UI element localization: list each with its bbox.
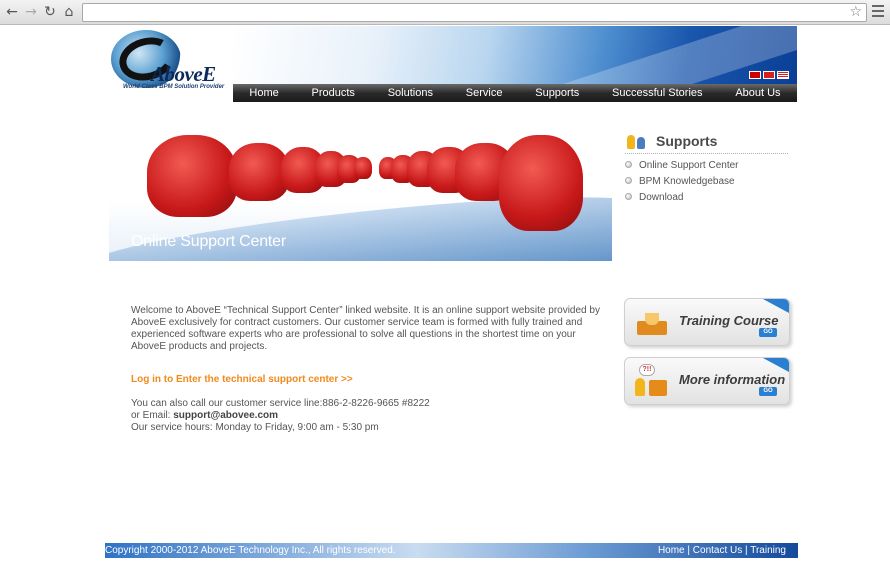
us-flag-icon[interactable] bbox=[777, 71, 789, 79]
more-information-button[interactable]: ?!! More information GO bbox=[624, 357, 790, 405]
hero-banner: Online Support Center bbox=[109, 129, 612, 261]
service-hours: Our service hours: Monday to Friday, 9:0… bbox=[131, 422, 379, 433]
bullet-icon bbox=[625, 177, 632, 184]
sidebar-title: Supports bbox=[656, 133, 718, 149]
phone-line: You can also call our customer service l… bbox=[131, 398, 430, 409]
arrow-left-icon[interactable]: ← bbox=[4, 4, 20, 20]
chair-image bbox=[354, 157, 372, 179]
taiwan-flag-icon[interactable] bbox=[749, 71, 761, 79]
sidebar-header: Supports bbox=[625, 129, 788, 154]
footer-link-home[interactable]: Home bbox=[658, 545, 685, 556]
chair-image bbox=[229, 143, 289, 201]
header-banner bbox=[233, 26, 797, 84]
corner-ribbon-icon bbox=[763, 299, 789, 313]
copyright-text: Copyright 2000-2012 AboveE Technology In… bbox=[105, 545, 396, 556]
chair-image bbox=[147, 135, 237, 217]
address-bar[interactable]: ☆ bbox=[82, 3, 867, 22]
sidebar-item-download[interactable]: Download bbox=[625, 192, 739, 208]
footer-link-training[interactable]: Training bbox=[750, 545, 786, 556]
browser-toolbar: ← → ↻ ⌂ ☆ bbox=[0, 0, 890, 25]
footer-links: Home | Contact Us | Training bbox=[657, 545, 786, 556]
go-badge: GO bbox=[759, 387, 777, 396]
abovee-logo[interactable]: AboveE World Class BPM Solution Provider bbox=[109, 26, 233, 102]
site-header: AboveE World Class BPM Solution Provider… bbox=[109, 26, 797, 102]
more-information-label: More information bbox=[679, 372, 786, 387]
login-support-link[interactable]: Log in to Enter the technical support ce… bbox=[131, 374, 353, 385]
china-flag-icon[interactable] bbox=[763, 71, 775, 79]
hamburger-menu-icon[interactable] bbox=[872, 5, 884, 19]
contact-info: You can also call our customer service l… bbox=[131, 398, 430, 434]
people-icon bbox=[627, 131, 649, 151]
training-course-label: Training Course bbox=[679, 313, 779, 328]
nav-successful-stories[interactable]: Successful Stories bbox=[608, 87, 706, 99]
sidebar-menu: Online Support Center BPM Knowledgebase … bbox=[625, 160, 739, 208]
nav-about-us[interactable]: About Us bbox=[731, 87, 784, 99]
language-flags bbox=[749, 71, 789, 79]
star-icon[interactable]: ☆ bbox=[849, 4, 862, 21]
bullet-icon bbox=[625, 193, 632, 200]
arrow-right-icon[interactable]: → bbox=[23, 4, 39, 20]
corner-ribbon-icon bbox=[763, 358, 789, 372]
sidebar-item-online-support-center[interactable]: Online Support Center bbox=[625, 160, 739, 176]
home-icon[interactable]: ⌂ bbox=[61, 4, 77, 20]
sidebar-item-bpm-knowledgebase[interactable]: BPM Knowledgebase bbox=[625, 176, 739, 192]
intro-paragraph: Welcome to AboveE “Technical Support Cen… bbox=[131, 305, 600, 352]
site-footer: Copyright 2000-2012 AboveE Technology In… bbox=[105, 543, 798, 558]
support-email-link[interactable]: support@abovee.com bbox=[173, 410, 278, 421]
question-people-icon: ?!! bbox=[633, 364, 673, 400]
chair-image bbox=[499, 135, 583, 231]
book-cup-icon bbox=[633, 309, 671, 337]
go-badge: GO bbox=[759, 328, 777, 337]
main-nav: Home Products Solutions Service Supports… bbox=[233, 84, 797, 102]
email-line: or Email: support@abovee.com bbox=[131, 410, 279, 421]
nav-supports[interactable]: Supports bbox=[531, 87, 583, 99]
nav-home[interactable]: Home bbox=[245, 87, 282, 99]
logo-tagline: World Class BPM Solution Provider bbox=[123, 84, 225, 90]
nav-solutions[interactable]: Solutions bbox=[384, 87, 437, 99]
nav-service[interactable]: Service bbox=[462, 87, 507, 99]
reload-icon[interactable]: ↻ bbox=[42, 4, 58, 20]
nav-products[interactable]: Products bbox=[308, 87, 359, 99]
footer-link-contact-us[interactable]: Contact Us bbox=[693, 545, 742, 556]
hero-caption: Online Support Center bbox=[131, 233, 287, 250]
training-course-button[interactable]: Training Course GO bbox=[624, 298, 790, 346]
bullet-icon bbox=[625, 161, 632, 168]
